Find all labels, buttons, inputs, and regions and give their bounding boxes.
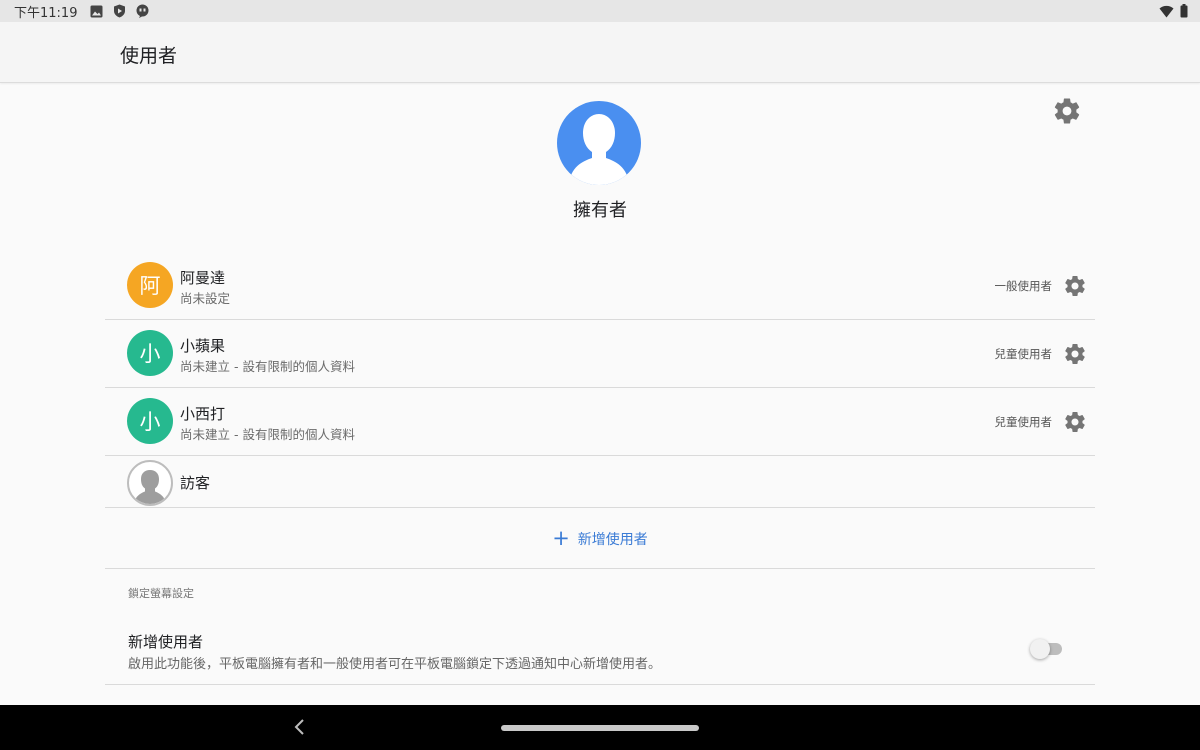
setting-title: 新增使用者 xyxy=(128,633,204,651)
setting-description: 啟用此功能後，平板電腦擁有者和一般使用者可在平板電腦鎖定下透過通知中心新增使用者… xyxy=(128,657,662,672)
settings-gear-icon[interactable] xyxy=(1052,96,1082,126)
image-icon xyxy=(89,4,103,18)
home-pill[interactable] xyxy=(501,725,699,731)
shield-play-icon xyxy=(112,4,126,18)
divider xyxy=(105,684,1095,685)
status-bar: 下午11:19 xyxy=(0,0,1200,22)
user-name: 小蘋果 xyxy=(180,337,226,355)
battery-icon xyxy=(1180,4,1188,22)
toggle-thumb xyxy=(1030,639,1050,659)
user-status: 尚未建立 - 設有限制的個人資料 xyxy=(180,359,355,374)
back-icon[interactable] xyxy=(290,717,310,737)
user-status: 尚未設定 xyxy=(180,291,231,306)
plus-icon: + xyxy=(552,526,570,550)
user-name: 小西打 xyxy=(180,405,226,423)
status-right xyxy=(1159,4,1188,22)
user-settings-gear-icon[interactable] xyxy=(1063,410,1087,434)
navigation-bar xyxy=(0,705,1200,750)
guest-row[interactable]: 訪客 xyxy=(105,456,1095,508)
user-settings-gear-icon[interactable] xyxy=(1063,274,1087,298)
app-bar: 使用者 xyxy=(0,22,1200,83)
add-user-label: 新增使用者 xyxy=(577,531,648,548)
owner-name: 擁有者 xyxy=(573,200,627,221)
add-user-lockscreen-toggle[interactable] xyxy=(1030,639,1064,659)
user-list: 阿 阿曼達 尚未設定 一般使用者 小 小蘋果 尚未建立 - 設有限制的個人資料 … xyxy=(105,252,1095,508)
guest-avatar xyxy=(127,460,173,506)
guest-name: 訪客 xyxy=(180,474,211,492)
message-icon xyxy=(135,4,149,18)
owner-avatar[interactable] xyxy=(557,101,641,185)
section-header: 鎖定螢幕設定 xyxy=(128,587,194,600)
user-settings-gear-icon[interactable] xyxy=(1063,342,1087,366)
user-avatar: 小 xyxy=(127,330,173,376)
user-row[interactable]: 小 小西打 尚未建立 - 設有限制的個人資料 兒童使用者 xyxy=(105,388,1095,456)
user-avatar: 阿 xyxy=(127,262,173,308)
user-name: 阿曼達 xyxy=(180,269,226,287)
page-title: 使用者 xyxy=(120,45,178,67)
add-user-button[interactable]: + 新增使用者 xyxy=(105,509,1095,569)
user-status: 尚未建立 - 設有限制的個人資料 xyxy=(180,427,355,442)
status-time: 下午11:19 xyxy=(14,5,78,21)
user-type: 一般使用者 xyxy=(994,279,1053,293)
user-row[interactable]: 阿 阿曼達 尚未設定 一般使用者 xyxy=(105,252,1095,320)
person-silhouette-icon xyxy=(569,114,629,185)
user-type: 兒童使用者 xyxy=(994,347,1053,361)
user-row[interactable]: 小 小蘋果 尚未建立 - 設有限制的個人資料 兒童使用者 xyxy=(105,320,1095,388)
wifi-icon xyxy=(1159,5,1174,22)
user-avatar: 小 xyxy=(127,398,173,444)
person-silhouette-icon xyxy=(134,470,166,504)
user-type: 兒童使用者 xyxy=(994,415,1053,429)
